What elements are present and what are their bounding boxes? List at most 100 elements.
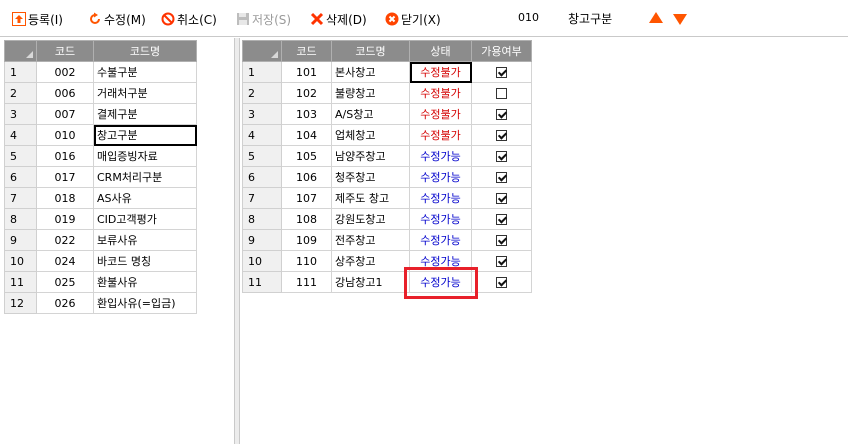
cancel-button[interactable]: 취소(C) [161, 10, 217, 28]
table-row[interactable]: 3 007 결제구분 [4, 103, 197, 125]
table-row[interactable]: 2 006 거래처구분 [4, 82, 197, 104]
status-cell[interactable]: 수정가능 [409, 208, 472, 230]
code-cell[interactable]: 006 [36, 82, 94, 104]
status-cell[interactable]: 수정가능 [409, 250, 472, 272]
available-cell[interactable] [471, 103, 532, 125]
status-cell[interactable]: 수정가능 [409, 229, 472, 251]
delete-button[interactable]: 삭제(D) [310, 10, 367, 28]
register-button[interactable]: 등록(I) [12, 10, 63, 28]
code-name-cell[interactable]: 상주창고 [331, 250, 410, 272]
table-row[interactable]: 4 010 창고구분 [4, 124, 197, 146]
table-row[interactable]: 9 109 전주창고 수정가능 [242, 229, 532, 251]
table-row[interactable]: 5 105 남양주창고 수정가능 [242, 145, 532, 167]
code-cell[interactable]: 107 [281, 187, 332, 209]
table-row[interactable]: 6 017 CRM처리구분 [4, 166, 197, 188]
table-row[interactable]: 11 111 강남창고1 수정가능 [242, 271, 532, 293]
available-cell[interactable] [471, 229, 532, 251]
code-name-cell[interactable]: 강남창고1 [331, 271, 410, 293]
code-cell[interactable]: 109 [281, 229, 332, 251]
code-name-cell[interactable]: 환불사유 [93, 271, 197, 293]
status-cell[interactable]: 수정가능 [409, 145, 472, 167]
code-cell[interactable]: 111 [281, 271, 332, 293]
code-name-cell[interactable]: CID고객평가 [93, 208, 197, 230]
code-name-cell[interactable]: 보류사유 [93, 229, 197, 251]
code-name-cell[interactable]: CRM처리구분 [93, 166, 197, 188]
code-cell[interactable]: 106 [281, 166, 332, 188]
code-name-cell[interactable]: 수불구분 [93, 61, 197, 83]
code-cell[interactable]: 103 [281, 103, 332, 125]
table-row[interactable]: 1 101 본사창고 수정불가 [242, 61, 532, 83]
code-name-cell[interactable]: 거래처구분 [93, 82, 197, 104]
available-cell[interactable] [471, 208, 532, 230]
code-name-cell[interactable]: A/S창고 [331, 103, 410, 125]
available-cell[interactable] [471, 166, 532, 188]
status-cell[interactable]: 수정가능 [409, 187, 472, 209]
code-name-cell[interactable]: 업체창고 [331, 124, 410, 146]
available-checkbox[interactable] [496, 214, 507, 225]
code-cell[interactable]: 022 [36, 229, 94, 251]
grid-corner[interactable] [4, 40, 37, 62]
code-name-cell[interactable]: 환입사유(=입금) [93, 292, 197, 314]
table-row[interactable]: 3 103 A/S창고 수정불가 [242, 103, 532, 125]
available-cell[interactable] [471, 124, 532, 146]
code-cell[interactable]: 026 [36, 292, 94, 314]
available-checkbox[interactable] [496, 193, 507, 204]
header-available[interactable]: 가용여부 [471, 40, 532, 62]
available-checkbox[interactable] [496, 277, 507, 288]
header-code-name[interactable]: 코드명 [331, 40, 410, 62]
table-row[interactable]: 4 104 업체창고 수정불가 [242, 124, 532, 146]
code-name-cell[interactable]: 청주창고 [331, 166, 410, 188]
status-cell[interactable]: 수정불가 [409, 103, 472, 125]
header-code[interactable]: 코드 [36, 40, 94, 62]
table-row[interactable]: 10 110 상주창고 수정가능 [242, 250, 532, 272]
table-row[interactable]: 7 018 AS사유 [4, 187, 197, 209]
available-checkbox[interactable] [496, 88, 507, 99]
available-checkbox[interactable] [496, 67, 507, 78]
available-cell[interactable] [471, 145, 532, 167]
code-cell[interactable]: 017 [36, 166, 94, 188]
code-cell[interactable]: 019 [36, 208, 94, 230]
status-cell[interactable]: 수정가능 [409, 166, 472, 188]
available-cell[interactable] [471, 271, 532, 293]
code-cell[interactable]: 104 [281, 124, 332, 146]
available-checkbox[interactable] [496, 130, 507, 141]
table-row[interactable]: 1 002 수불구분 [4, 61, 197, 83]
header-code-name[interactable]: 코드명 [93, 40, 197, 62]
table-row[interactable]: 11 025 환불사유 [4, 271, 197, 293]
available-checkbox[interactable] [496, 109, 507, 120]
code-name-cell[interactable]: 불량창고 [331, 82, 410, 104]
available-cell[interactable] [471, 187, 532, 209]
code-name-cell[interactable]: AS사유 [93, 187, 197, 209]
code-name-cell[interactable]: 제주도 창고 [331, 187, 410, 209]
code-cell[interactable]: 018 [36, 187, 94, 209]
code-cell[interactable]: 108 [281, 208, 332, 230]
table-row[interactable]: 9 022 보류사유 [4, 229, 197, 251]
header-status[interactable]: 상태 [409, 40, 472, 62]
code-name-cell[interactable]: 창고구분 [93, 124, 197, 146]
code-cell[interactable]: 101 [281, 61, 332, 83]
arrow-down-icon[interactable] [673, 14, 687, 25]
table-row[interactable]: 5 016 매입증빙자료 [4, 145, 197, 167]
table-row[interactable]: 8 108 강원도창고 수정가능 [242, 208, 532, 230]
code-name-cell[interactable]: 매입증빙자료 [93, 145, 197, 167]
table-row[interactable]: 6 106 청주창고 수정가능 [242, 166, 532, 188]
status-cell[interactable]: 수정불가 [409, 124, 472, 146]
code-cell[interactable]: 016 [36, 145, 94, 167]
arrow-up-icon[interactable] [649, 12, 663, 23]
code-cell[interactable]: 110 [281, 250, 332, 272]
available-checkbox[interactable] [496, 256, 507, 267]
code-cell[interactable]: 007 [36, 103, 94, 125]
code-name-cell[interactable]: 전주창고 [331, 229, 410, 251]
table-row[interactable]: 7 107 제주도 창고 수정가능 [242, 187, 532, 209]
status-cell[interactable]: 수정불가 [409, 61, 472, 83]
code-name-cell[interactable]: 강원도창고 [331, 208, 410, 230]
code-cell[interactable]: 105 [281, 145, 332, 167]
code-name-cell[interactable]: 결제구분 [93, 103, 197, 125]
code-name-cell[interactable]: 바코드 명칭 [93, 250, 197, 272]
code-name-cell[interactable]: 본사창고 [331, 61, 410, 83]
available-cell[interactable] [471, 82, 532, 104]
available-checkbox[interactable] [496, 151, 507, 162]
available-cell[interactable] [471, 250, 532, 272]
available-checkbox[interactable] [496, 172, 507, 183]
available-cell[interactable] [471, 61, 532, 83]
